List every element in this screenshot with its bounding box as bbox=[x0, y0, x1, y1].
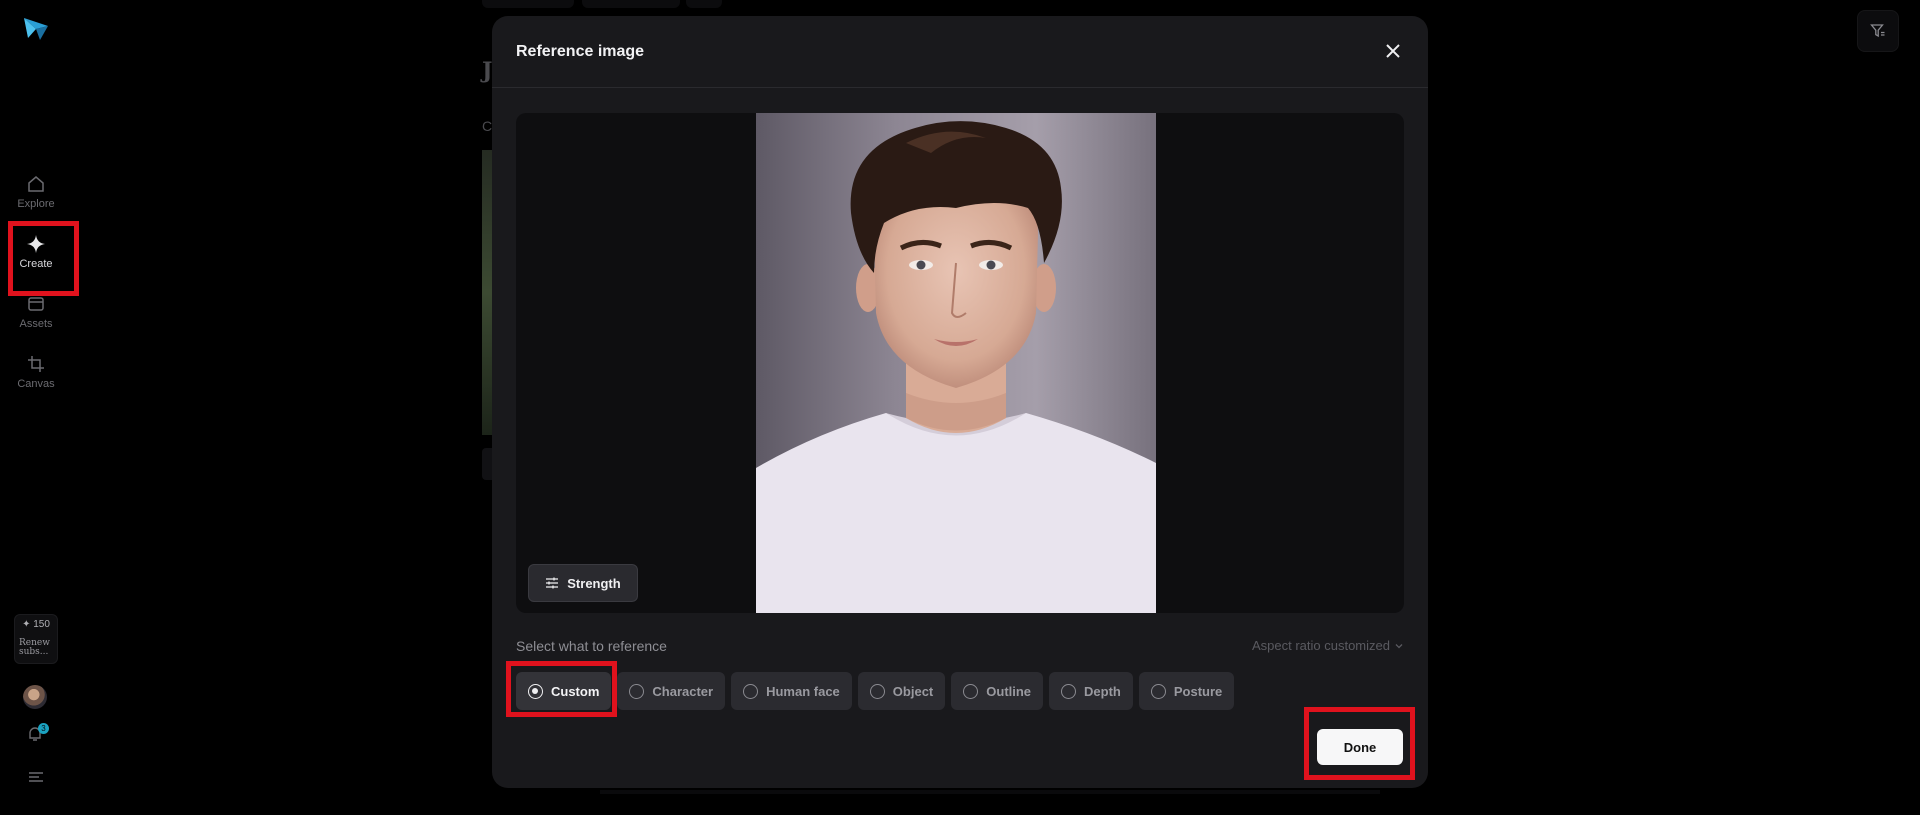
aspect-ratio-dropdown[interactable]: Aspect ratio customized bbox=[1252, 638, 1404, 653]
background-tab bbox=[686, 0, 722, 8]
modal-title: Reference image bbox=[516, 43, 645, 60]
option-depth[interactable]: Depth bbox=[1049, 672, 1133, 710]
sparkle-icon bbox=[27, 235, 45, 253]
credits-count: ✦ 150 bbox=[22, 619, 50, 630]
close-button[interactable] bbox=[1382, 40, 1404, 62]
sidebar-item-label: Create bbox=[19, 258, 53, 270]
strength-label: Strength bbox=[567, 575, 621, 591]
sidebar-item-explore[interactable]: Explore bbox=[0, 174, 72, 210]
modal-header: Reference image bbox=[492, 16, 1428, 88]
folder-icon bbox=[28, 297, 44, 311]
radio-icon bbox=[963, 683, 979, 699]
reference-options: Custom Character Human face Object Outli… bbox=[516, 672, 1235, 710]
radio-icon bbox=[743, 683, 759, 699]
option-label: Posture bbox=[1173, 683, 1223, 699]
background-heading: J bbox=[482, 58, 493, 84]
home-icon bbox=[28, 176, 44, 192]
sidebar-item-label: Canvas bbox=[17, 378, 55, 390]
option-character[interactable]: Character bbox=[617, 672, 726, 710]
portrait-illustration bbox=[756, 113, 1156, 613]
sidebar-item-assets[interactable]: Assets bbox=[0, 294, 72, 330]
background-label: C bbox=[482, 118, 493, 134]
credits-card[interactable]: ✦ 150 Renew subs... bbox=[14, 614, 58, 664]
logo-icon[interactable] bbox=[22, 16, 50, 42]
filter-button[interactable] bbox=[1857, 10, 1899, 52]
background-tab bbox=[482, 0, 574, 8]
filter-icon bbox=[1870, 24, 1885, 38]
option-object[interactable]: Object bbox=[857, 672, 946, 710]
background-strip bbox=[482, 448, 492, 480]
image-preview: Strength bbox=[516, 113, 1404, 613]
option-label: Depth bbox=[1084, 683, 1121, 699]
radio-icon bbox=[1150, 683, 1166, 699]
sidebar: Explore Create Assets Canvas ✦ 150 Renew… bbox=[0, 0, 72, 815]
option-label: Outline bbox=[986, 683, 1032, 699]
background-tab bbox=[582, 0, 680, 8]
renew-subscription-link[interactable]: Renew subs... bbox=[19, 638, 53, 658]
sidebar-item-label: Explore bbox=[17, 198, 55, 210]
option-label: Object bbox=[892, 683, 934, 699]
reference-photo bbox=[756, 113, 1156, 613]
radio-icon bbox=[869, 683, 885, 699]
sidebar-item-label: Assets bbox=[19, 318, 53, 330]
select-reference-label: Select what to reference bbox=[516, 638, 667, 654]
notification-badge: 3 bbox=[38, 723, 49, 734]
radio-icon bbox=[629, 683, 645, 699]
radio-icon bbox=[1061, 683, 1077, 699]
menu-icon[interactable] bbox=[28, 770, 44, 784]
option-human-face[interactable]: Human face bbox=[731, 672, 852, 710]
crop-icon bbox=[28, 356, 44, 372]
chevron-down-icon bbox=[1395, 643, 1403, 648]
strength-button[interactable]: Strength bbox=[528, 564, 638, 602]
option-label: Human face bbox=[766, 683, 840, 699]
option-outline[interactable]: Outline bbox=[951, 672, 1044, 710]
option-posture[interactable]: Posture bbox=[1138, 672, 1235, 710]
background-bottom-bar bbox=[600, 790, 1380, 794]
option-label: Character bbox=[652, 683, 714, 699]
sidebar-item-create[interactable]: Create bbox=[0, 234, 72, 270]
done-button[interactable]: Done bbox=[1317, 729, 1403, 765]
close-icon bbox=[1386, 44, 1400, 58]
reference-image-modal: Reference image Strength Select what to … bbox=[492, 16, 1428, 788]
aspect-ratio-label: Aspect ratio customized bbox=[1251, 638, 1390, 653]
option-custom[interactable]: Custom bbox=[516, 672, 612, 710]
option-label: Custom bbox=[551, 683, 600, 699]
sidebar-item-canvas[interactable]: Canvas bbox=[0, 354, 72, 390]
avatar[interactable] bbox=[23, 685, 47, 709]
sliders-icon bbox=[546, 577, 559, 589]
radio-icon bbox=[528, 683, 543, 699]
